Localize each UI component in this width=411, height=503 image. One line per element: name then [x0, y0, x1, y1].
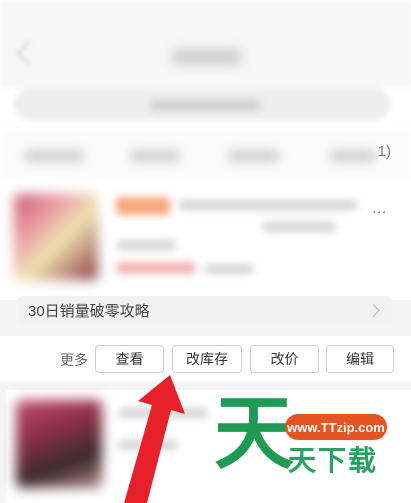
more-button[interactable]: 更多 [60, 350, 88, 370]
promo-label: 30日销量破零攻略 [28, 302, 150, 320]
edit-button[interactable]: 编辑 [326, 345, 394, 373]
blurred-tab[interactable] [330, 150, 376, 162]
blurred-header [0, 0, 411, 88]
blurred-product-meta [116, 240, 176, 250]
blurred-search-placeholder [150, 100, 260, 110]
blurred-tab[interactable] [228, 150, 280, 162]
blurred-tab[interactable] [24, 150, 84, 162]
blurred-product-tag [116, 197, 170, 215]
tab-count: 1) [377, 143, 391, 160]
product-thumbnail[interactable] [14, 194, 98, 280]
chevron-right-icon [367, 303, 380, 317]
edit-stock-button[interactable]: 改库存 [172, 345, 242, 373]
watermark-text: 天下载 [288, 444, 379, 477]
promo-banner[interactable]: 30日销量破零攻略 [18, 296, 392, 324]
blurred-page-title [172, 48, 242, 66]
blurred-product-title-2 [118, 408, 208, 418]
blurred-product-subtitle [262, 222, 336, 232]
more-options-icon[interactable]: ... [372, 200, 387, 216]
edit-price-button[interactable]: 改价 [250, 345, 319, 373]
blurred-product-title [178, 200, 358, 210]
blurred-product-price [116, 262, 196, 274]
blurred-product-meta-2 [118, 440, 178, 450]
product-thumbnail-2[interactable] [16, 400, 102, 488]
blurred-product-stock [204, 264, 254, 274]
blurred-tab[interactable] [130, 150, 180, 162]
view-button[interactable]: 查看 [95, 345, 164, 373]
watermark-logo-char: 天 [214, 387, 294, 480]
watermark-url-badge: www.TTzip.com [285, 414, 387, 440]
store-product-page: 1) ... 30日销量破零攻略 更多 查看 改库存 改价 编辑 天 www.T… [0, 0, 411, 503]
